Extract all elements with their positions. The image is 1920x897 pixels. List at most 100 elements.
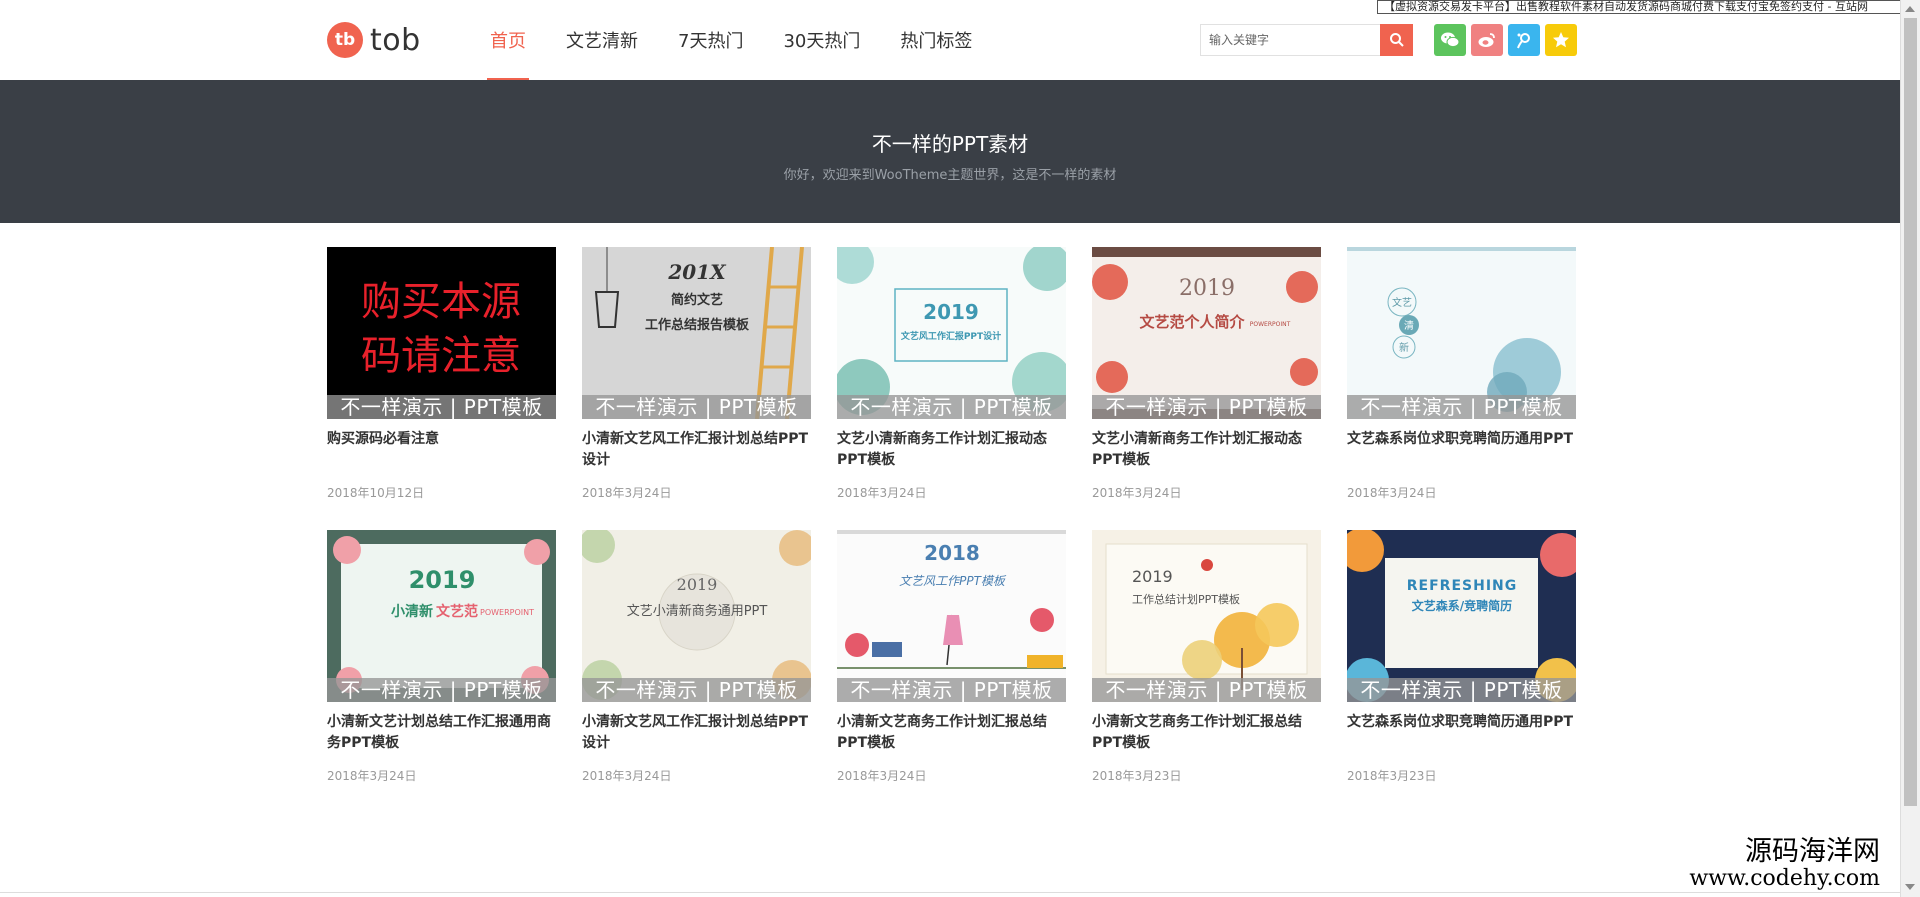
nav-home[interactable]: 首页 [470,0,546,80]
thumbnail-watermark: 不一样演示 | PPT模板 [837,678,1066,702]
post-title[interactable]: 文艺森系岗位求职竞聘简历通用PPT [1347,429,1576,471]
post-thumbnail[interactable]: 2019 小清新 文艺范 POWERPOINT 不一样演示 | PPT模板 [327,530,556,702]
tencent-weibo-icon [1517,33,1530,49]
svg-text:POWERPOINT: POWERPOINT [1250,321,1291,328]
post-card[interactable]: 2019 小清新 文艺范 POWERPOINT 不一样演示 | PPT模板 小清… [327,530,556,813]
post-card[interactable]: 2019 文艺小清新商务通用PPT 不一样演示 | PPT模板 小清新文艺风工作… [582,530,811,813]
svg-text:购买本源: 购买本源 [361,279,521,325]
post-date: 2018年3月24日 [1092,486,1182,500]
post-card[interactable]: 购买本源 码请注意 不一样演示 | PPT模板 购买源码必看注意 2018年10… [327,247,556,530]
svg-text:小清新: 小清新 [391,603,433,620]
post-card[interactable]: 文艺 清 新 不一样演示 | PPT模板 文艺森系岗位求职竞聘简历通用PPT 2… [1347,247,1576,530]
social-links [1434,24,1577,56]
post-thumbnail[interactable]: 2019 文艺小清新商务通用PPT 不一样演示 | PPT模板 [582,530,811,702]
site-watermark: 源码海洋网 www.codehy.com [1689,837,1880,891]
post-title[interactable]: 小清新文艺商务工作计划汇报总结PPT模板 [1092,712,1321,754]
post-thumbnail[interactable]: REFRESHING 文艺森系/竞聘简历 不一样演示 | PPT模板 [1347,530,1576,702]
notice-banner[interactable]: 【虚拟资源交易发卡平台】出售教程软件素材自动发货源码商城付费下载支付宝免签约支付… [1377,0,1920,14]
svg-text:文艺范: 文艺范 [436,603,478,620]
thumbnail-watermark: 不一样演示 | PPT模板 [1347,395,1576,419]
nav-30day-hot[interactable]: 30天热门 [763,0,880,80]
svg-text:工作总结计划PPT模板: 工作总结计划PPT模板 [1132,592,1240,606]
thumbnail-watermark: 不一样演示 | PPT模板 [582,678,811,702]
post-thumbnail[interactable]: 购买本源 码请注意 不一样演示 | PPT模板 [327,247,556,419]
post-thumbnail[interactable]: 2019 工作总结计划PPT模板 不一样演示 | PPT模板 [1092,530,1321,702]
post-title[interactable]: 小清新文艺商务工作计划汇报总结PPT模板 [837,712,1066,754]
post-card[interactable]: REFRESHING 文艺森系/竞聘简历 不一样演示 | PPT模板 文艺森系岗… [1347,530,1576,813]
svg-text:REFRESHING: REFRESHING [1407,578,1517,594]
post-thumbnail[interactable]: 2019 文艺风工作汇报PPT设计 不一样演示 | PPT模板 [837,247,1066,419]
post-card[interactable]: 201X 简约文艺 工作总结报告模板 不一样演示 | PPT模板 小清新文艺风工… [582,247,811,530]
svg-text:简约文艺: 简约文艺 [671,292,723,308]
post-title[interactable]: 小清新文艺风工作汇报计划总结PPT设计 [582,429,811,471]
scroll-up-arrow[interactable] [1905,6,1915,12]
post-date: 2018年3月24日 [582,486,672,500]
search-button[interactable] [1380,24,1413,56]
post-date: 2018年3月24日 [327,769,417,783]
svg-text:文艺: 文艺 [1392,296,1412,309]
nav-literary[interactable]: 文艺清新 [546,0,658,80]
svg-text:文艺森系/竞聘简历: 文艺森系/竞聘简历 [1412,598,1512,613]
search-icon [1389,33,1404,47]
svg-text:2019: 2019 [677,575,718,594]
scrollbar[interactable] [1900,0,1920,897]
wechat-button[interactable] [1434,24,1466,56]
site-watermark-cn: 源码海洋网 [1745,836,1880,867]
weibo-button[interactable] [1471,24,1503,56]
post-date: 2018年3月24日 [1347,486,1437,500]
scroll-thumb[interactable] [1904,18,1917,806]
post-date: 2018年3月24日 [837,486,927,500]
logo-text: tob [370,22,421,58]
search-input[interactable] [1200,24,1380,56]
post-thumbnail[interactable]: 2019 文艺范个人简介 POWERPOINT 不一样演示 | PPT模板 [1092,247,1321,419]
svg-text:清: 清 [1404,319,1414,332]
thumbnail-watermark: 不一样演示 | PPT模板 [327,395,556,419]
post-date: 2018年3月23日 [1092,769,1182,783]
thumbnail-watermark: 不一样演示 | PPT模板 [1347,678,1576,702]
thumbnail-watermark: 不一样演示 | PPT模板 [1092,678,1321,702]
post-card[interactable]: 2018 文艺风工作PPT模板 不一样演示 | PPT模板 小清新文艺商务工作计… [837,530,1066,813]
post-title[interactable]: 文艺小清新商务工作计划汇报动态PPT模板 [1092,429,1321,471]
svg-text:文艺范个人简介: 文艺范个人简介 [1139,313,1245,331]
wechat-icon [1441,32,1460,48]
logo[interactable]: tb tob [327,22,421,58]
thumbnail-watermark: 不一样演示 | PPT模板 [582,395,811,419]
svg-text:POWERPOINT: POWERPOINT [480,608,534,617]
nav-hot-tags[interactable]: 热门标签 [880,0,992,80]
svg-text:工作总结报告模板: 工作总结报告模板 [645,317,750,333]
post-title[interactable]: 文艺小清新商务工作计划汇报动态PPT模板 [837,429,1066,471]
tencent-weibo-button[interactable] [1508,24,1540,56]
svg-text:新: 新 [1399,341,1409,354]
post-thumbnail[interactable]: 2018 文艺风工作PPT模板 不一样演示 | PPT模板 [837,530,1066,702]
svg-text:码请注意: 码请注意 [361,333,521,379]
post-card[interactable]: 2019 工作总结计划PPT模板 不一样演示 | PPT模板 小清新文艺商务工作… [1092,530,1321,813]
svg-text:2018: 2018 [924,541,980,565]
hero-subtitle: 你好，欢迎来到WooTheme主题世界，这是不一样的素材 [783,168,1117,183]
nav-7day-hot[interactable]: 7天热门 [658,0,763,80]
post-title[interactable]: 文艺森系岗位求职竞聘简历通用PPT [1347,712,1576,754]
post-title[interactable]: 小清新文艺计划总结工作汇报通用商务PPT模板 [327,712,556,754]
favorite-button[interactable] [1545,24,1577,56]
post-card[interactable]: 2019 文艺风工作汇报PPT设计 不一样演示 | PPT模板 文艺小清新商务工… [837,247,1066,530]
star-icon [1553,32,1569,48]
svg-text:2019: 2019 [409,566,476,594]
post-date: 2018年10月12日 [327,486,425,500]
post-thumbnail[interactable]: 201X 简约文艺 工作总结报告模板 不一样演示 | PPT模板 [582,247,811,419]
post-card[interactable]: 2019 文艺范个人简介 POWERPOINT 不一样演示 | PPT模板 文艺… [1092,247,1321,530]
svg-text:文艺小清新商务通用PPT: 文艺小清新商务通用PPT [627,603,768,619]
thumbnail-watermark: 不一样演示 | PPT模板 [1092,395,1321,419]
site-watermark-en: www.codehy.com [1689,866,1880,891]
svg-text:2019: 2019 [1179,276,1235,301]
post-title[interactable]: 购买源码必看注意 [327,429,556,471]
post-title[interactable]: 小清新文艺风工作汇报计划总结PPT设计 [582,712,811,754]
post-grid: 购买本源 码请注意 不一样演示 | PPT模板 购买源码必看注意 2018年10… [327,247,1577,813]
post-date: 2018年3月24日 [837,769,927,783]
thumbnail-watermark: 不一样演示 | PPT模板 [837,395,1066,419]
scroll-down-arrow[interactable] [1905,884,1915,890]
svg-text:文艺风工作PPT模板: 文艺风工作PPT模板 [899,574,1007,588]
search-box [1200,24,1413,56]
hero-banner: 不一样的PPT素材 你好，欢迎来到WooTheme主题世界，这是不一样的素材 [0,80,1900,223]
post-thumbnail[interactable]: 文艺 清 新 不一样演示 | PPT模板 [1347,247,1576,419]
svg-text:201X: 201X [667,260,727,284]
thumbnail-watermark: 不一样演示 | PPT模板 [327,678,556,702]
